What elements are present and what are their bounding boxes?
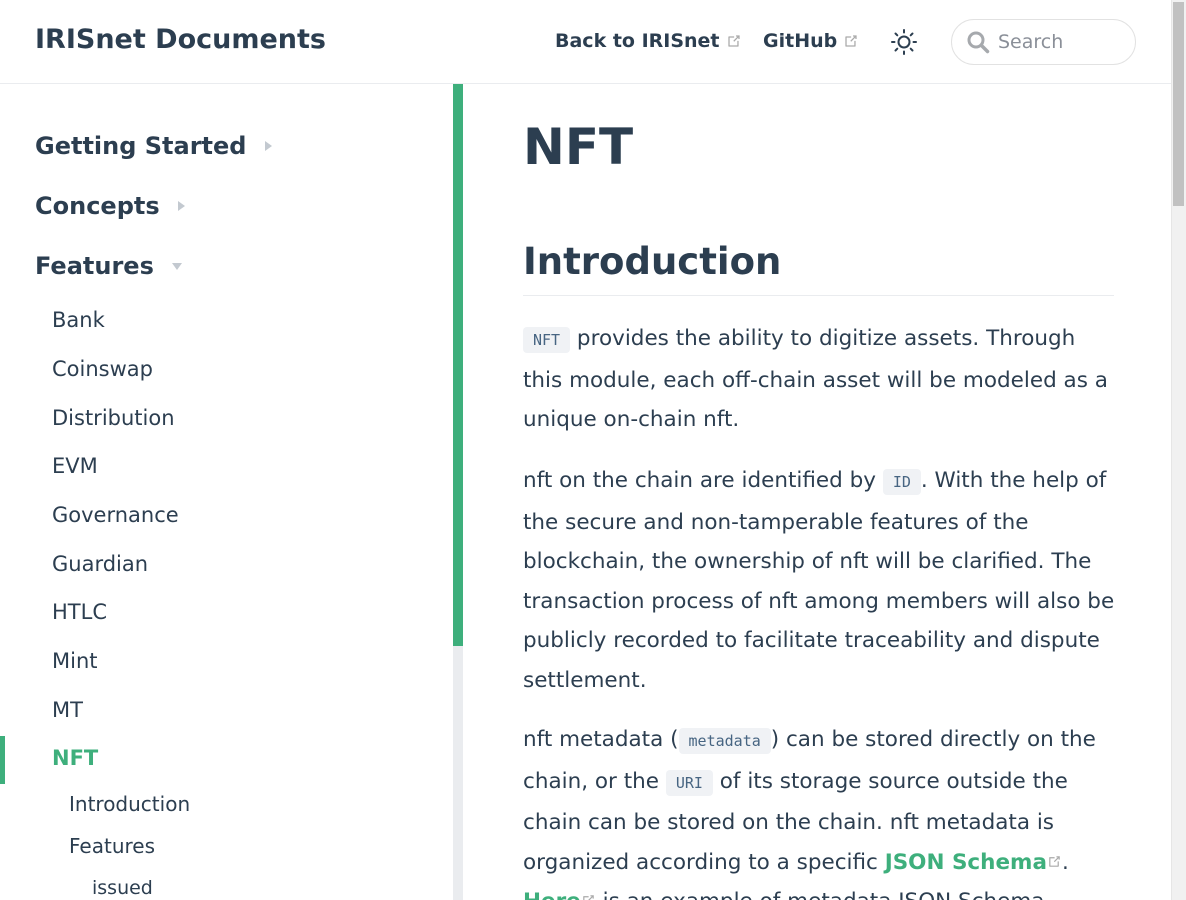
sidebar-group-label: Features	[35, 252, 154, 280]
sidebar-item-guardian[interactable]: Guardian	[52, 552, 148, 576]
sidebar-item-nft[interactable]: NFT	[52, 746, 98, 770]
sidebar-item-bank[interactable]: Bank	[52, 308, 105, 332]
sidebar-item-htlc[interactable]: HTLC	[52, 600, 107, 624]
sidebar-group-getting-started[interactable]: Getting Started	[35, 132, 272, 160]
sidebar-item-mint[interactable]: Mint	[52, 649, 98, 673]
sidebar-subitem-features[interactable]: Features	[69, 834, 155, 858]
here-link[interactable]: Here	[523, 889, 596, 900]
github-link[interactable]: GitHub	[763, 30, 859, 52]
sun-icon	[891, 29, 917, 55]
paragraph-text: .	[1061, 849, 1069, 875]
external-link-icon	[1049, 855, 1060, 867]
search-input[interactable]	[998, 31, 1118, 53]
search-icon	[967, 31, 990, 54]
paragraph-text: . With the help of the secure and non-ta…	[523, 468, 1115, 693]
sidebar-item-evm[interactable]: EVM	[52, 454, 98, 478]
sidebar-group-label: Concepts	[35, 192, 160, 220]
paragraph-text: is an example of metadata JSON Schema.	[596, 889, 1052, 900]
sidebar-item-governance[interactable]: Governance	[52, 503, 179, 527]
section-heading-introduction: Introduction	[523, 240, 782, 283]
sidebar-active-indicator	[0, 736, 5, 784]
github-label: GitHub	[763, 30, 838, 52]
external-link-icon	[582, 895, 594, 900]
chevron-down-icon	[171, 262, 182, 270]
chevron-right-icon	[177, 201, 185, 211]
intro-paragraph-2: nft on the chain are identified by ID. W…	[523, 461, 1115, 700]
json-schema-link-label: JSON Schema	[884, 849, 1047, 875]
section-divider	[523, 295, 1114, 296]
navbar: IRISnet Documents Back to IRISnet GitHub	[0, 0, 1171, 84]
page-title: NFT	[523, 118, 634, 176]
page-scrollbar-thumb[interactable]	[1173, 2, 1184, 206]
sidebar-group-concepts[interactable]: Concepts	[35, 192, 185, 220]
json-schema-link[interactable]: JSON Schema	[885, 850, 1062, 875]
paragraph-text: nft metadata (	[523, 727, 679, 752]
sidebar-subitem-introduction[interactable]: Introduction	[69, 792, 190, 816]
sidebar-group-features[interactable]: Features	[35, 252, 182, 280]
external-link-icon	[845, 35, 857, 47]
chevron-right-icon	[264, 141, 272, 151]
site-name-link[interactable]: IRISnet Documents	[35, 24, 326, 55]
inline-code: NFT	[523, 327, 571, 353]
sidebar-item-mt[interactable]: MT	[52, 698, 83, 722]
intro-paragraph-1: NFT provides the ability to digitize ass…	[523, 319, 1115, 440]
sidebar-group-label: Getting Started	[35, 132, 247, 160]
inline-code: ID	[882, 469, 921, 495]
sidebar-item-distribution[interactable]: Distribution	[52, 406, 175, 430]
inline-code: metadata	[678, 728, 771, 754]
inline-code: URI	[665, 769, 713, 796]
sidebar: Getting Started Concepts Features Bank C…	[0, 84, 453, 900]
paragraph-text: provides the ability to digitize assets.…	[523, 326, 1108, 432]
search-box[interactable]	[951, 19, 1136, 65]
intro-paragraph-3: nft metadata (metadata) can be stored di…	[523, 720, 1115, 900]
here-link-label: Here	[523, 889, 581, 900]
sidebar-scrollbar-thumb[interactable]	[453, 84, 463, 646]
back-to-irisnet-label: Back to IRISnet	[555, 30, 720, 52]
sidebar-item-coinswap[interactable]: Coinswap	[52, 357, 153, 381]
external-link-icon	[727, 35, 740, 47]
paragraph-text: nft on the chain are identified by	[523, 468, 883, 493]
theme-toggle-button[interactable]	[890, 28, 918, 56]
back-to-irisnet-link[interactable]: Back to IRISnet	[555, 30, 742, 52]
sidebar-subitem-issued[interactable]: issued	[92, 877, 153, 899]
